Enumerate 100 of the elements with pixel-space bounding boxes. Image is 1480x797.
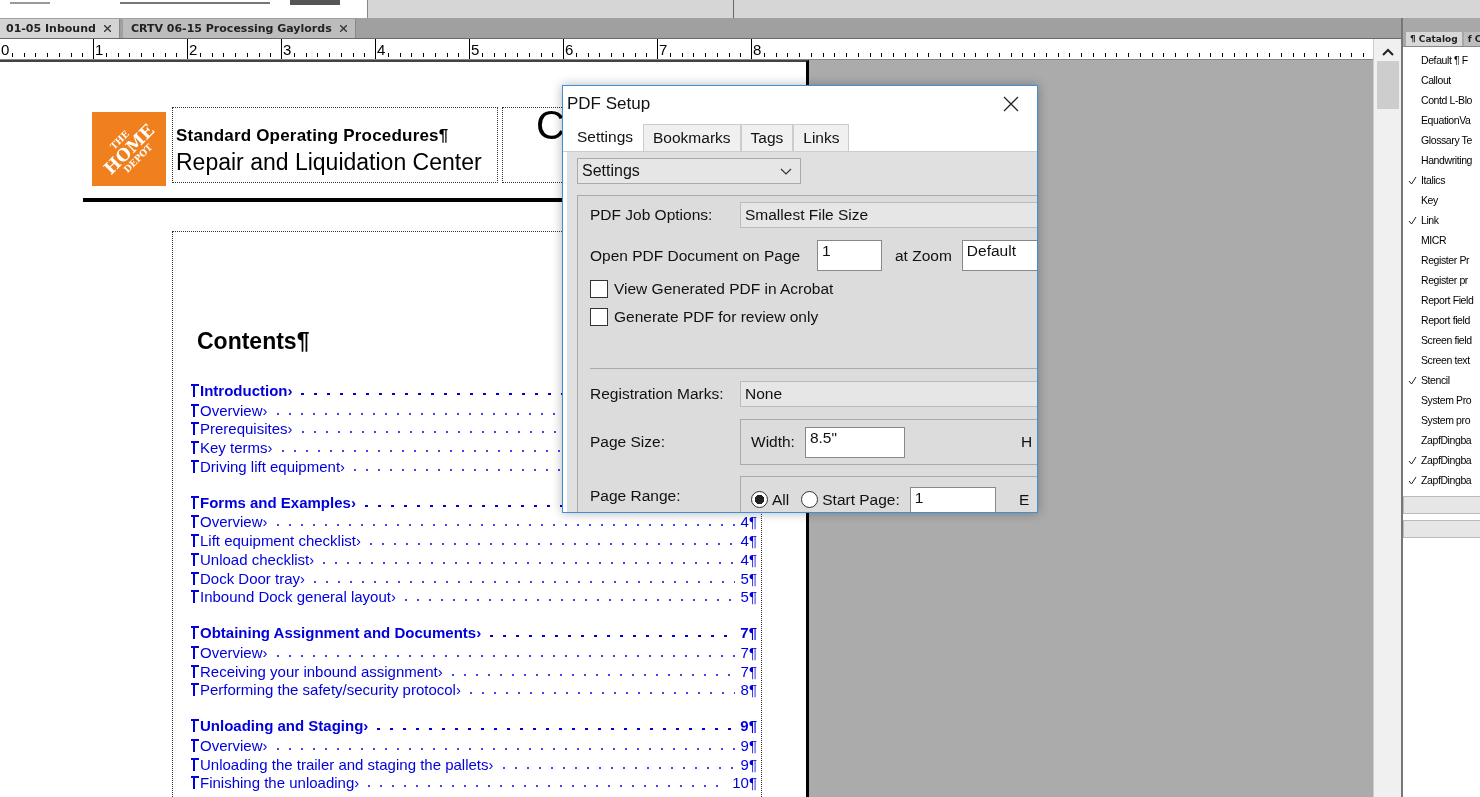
toc-entry-link[interactable]: Receiving your inbound assignment› <box>200 662 443 681</box>
close-icon[interactable] <box>103 25 111 32</box>
field-label: Registration Marks: <box>590 385 725 403</box>
catalog-item[interactable]: Handwriting <box>1421 154 1473 166</box>
section-dropdown[interactable]: Settings <box>577 158 801 184</box>
start-page-input[interactable]: 1 <box>909 487 996 512</box>
text-marker-icon <box>191 571 199 585</box>
panel-tab[interactable]: ¶ Catalog <box>1406 32 1462 46</box>
text-marker-icon <box>191 738 199 752</box>
dialog-tab[interactable]: Tags <box>740 124 794 151</box>
ruler-number: 8 <box>752 42 762 57</box>
dialog-title: PDF Setup <box>567 94 651 114</box>
catalog-item[interactable]: Contd L-Blo <box>1421 94 1473 106</box>
field-label: Width: <box>751 433 795 451</box>
page-input[interactable]: 1 <box>817 240 882 271</box>
toc-entry-link[interactable]: Dock Door tray› <box>200 569 306 588</box>
header-text: C <box>536 105 565 145</box>
panel-tab[interactable]: f C <box>1463 32 1480 46</box>
text-marker-icon <box>191 384 199 397</box>
radio-button[interactable] <box>751 491 768 508</box>
catalog-item[interactable]: ZapfDingba <box>1421 454 1472 466</box>
text-marker-icon <box>191 683 199 697</box>
text-marker-icon <box>191 441 199 455</box>
toc-entry-link[interactable]: Overview› <box>200 643 268 662</box>
catalog-item[interactable]: Register pr <box>1421 274 1468 286</box>
catalog-item[interactable]: Screen field <box>1421 334 1472 346</box>
ruler-number: 2 <box>188 42 198 57</box>
toc-entry-link[interactable]: Overview› <box>200 513 268 532</box>
catalog-item[interactable]: ZapfDingba <box>1421 474 1472 486</box>
ruler-number: 0 <box>0 42 10 57</box>
catalog-item[interactable]: Key <box>1421 194 1438 206</box>
text-marker-icon <box>191 719 199 733</box>
catalog-item[interactable]: Default ¶ F <box>1421 54 1468 66</box>
catalog-item[interactable]: Italics <box>1421 174 1446 186</box>
toc-entry-link[interactable]: Driving lift equipment› <box>200 457 346 476</box>
contents-heading: Contents¶ <box>197 328 310 355</box>
toc-heading-link[interactable]: Introduction› <box>200 382 293 400</box>
header-subtitle: Repair and Liquidation Center <box>176 149 483 176</box>
catalog-item[interactable]: System Pro <box>1421 394 1472 406</box>
toc-entry-link[interactable]: Unloading the trailer and staging the pallets› <box>200 755 494 774</box>
chevron-down-icon <box>780 167 792 175</box>
toc-entry-link[interactable]: Key terms› <box>200 439 273 458</box>
text-marker-icon <box>191 495 199 509</box>
text-marker-icon <box>191 626 199 640</box>
field-label: Open PDF Document on Page <box>590 246 802 265</box>
document-tab[interactable]: CRTV 06-15 Processing Gaylords <box>122 19 356 38</box>
scrollbar-thumb[interactable] <box>1376 61 1399 109</box>
registration-marks-dropdown[interactable]: None <box>740 381 1037 407</box>
dialog-tab[interactable]: Links <box>793 124 850 151</box>
ruler-number: 4 <box>376 42 386 57</box>
job-options-dropdown[interactable]: Smallest File Size <box>740 202 1037 228</box>
toc-entry-link[interactable]: Lift equipment checklist› <box>200 532 361 551</box>
catalog-item[interactable]: Report field <box>1421 314 1470 326</box>
toc-entry-link[interactable]: Performing the safety/security protocol› <box>200 681 461 700</box>
catalog-item[interactable]: System pro <box>1421 414 1471 426</box>
page-number: 9¶ <box>740 755 757 774</box>
text-marker-icon <box>191 515 199 529</box>
page-number: 5¶ <box>740 569 757 588</box>
text-marker-icon <box>191 590 199 604</box>
toc-entry-link[interactable]: Overview› <box>200 736 268 755</box>
zoom-dropdown[interactable]: Default <box>961 240 1037 271</box>
toc-heading-link[interactable]: Unloading and Staging› <box>200 717 369 736</box>
catalog-item[interactable]: Report Field <box>1421 294 1474 306</box>
checkbox-label: Generate PDF for review only <box>614 308 819 326</box>
close-icon[interactable] <box>1003 96 1019 112</box>
scrollbar[interactable] <box>1373 39 1401 797</box>
field-label: H <box>1021 433 1033 451</box>
toc-entry-link[interactable]: Unload checklist› <box>200 550 315 569</box>
catalog-item[interactable]: Glossary Te <box>1421 134 1472 146</box>
toc-entry-link[interactable]: Finishing the unloading› <box>200 774 360 793</box>
toc-heading-link[interactable]: Forms and Examples› <box>200 493 356 512</box>
close-icon[interactable] <box>339 25 347 32</box>
catalog-item[interactable]: ZapfDingba <box>1421 434 1472 446</box>
page-number: 10¶ <box>732 774 757 793</box>
catalog-item[interactable]: Screen text <box>1421 354 1470 366</box>
checkbox[interactable] <box>590 280 608 298</box>
text-marker-icon <box>191 664 199 678</box>
toc-entry-link[interactable]: Overview› <box>200 401 268 420</box>
toc-entry-link[interactable]: Inbound Dock general layout› <box>200 588 396 607</box>
dialog-tab[interactable]: Bookmarks <box>643 124 741 151</box>
scroll-up-icon[interactable] <box>1381 48 1394 56</box>
toc-entry-link[interactable]: Prerequisites› <box>200 420 293 439</box>
checkbox-label: View Generated PDF in Acrobat <box>614 280 834 298</box>
toc-heading-link[interactable]: Obtaining Assignment and Documents› <box>200 624 482 643</box>
field-label: E <box>1019 491 1030 509</box>
document-tab[interactable]: 01-05 Inbound <box>0 19 120 38</box>
text-marker-icon <box>191 459 199 473</box>
field-label: Page Range: <box>590 487 682 505</box>
catalog-item[interactable]: Link <box>1421 214 1439 226</box>
catalog-item[interactable]: EquationVa <box>1421 114 1471 126</box>
field-label: PDF Job Options: <box>590 206 714 224</box>
page-number: 7¶ <box>740 624 757 643</box>
width-input[interactable]: 8.5" <box>804 426 905 458</box>
catalog-item[interactable]: Stencil <box>1421 374 1450 386</box>
catalog-item[interactable]: MICR <box>1421 234 1447 246</box>
catalog-item[interactable]: Register Pr <box>1421 254 1470 266</box>
catalog-item[interactable]: Callout <box>1421 74 1451 86</box>
checkbox[interactable] <box>590 308 608 326</box>
radio-button[interactable] <box>801 491 819 508</box>
ruler-number: 6 <box>564 42 574 57</box>
